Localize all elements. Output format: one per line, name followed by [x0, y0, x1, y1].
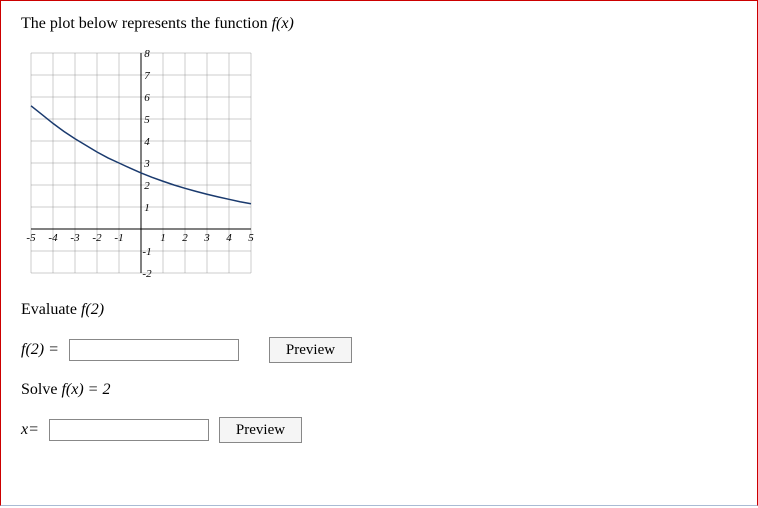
- q2-answer-row: x= Preview: [21, 417, 737, 443]
- q2-prompt: Solve f(x) = 2: [21, 381, 737, 399]
- intro-text: The plot below represents the function: [21, 15, 272, 32]
- svg-text:1: 1: [160, 232, 166, 244]
- q1-label: f(2) =: [21, 341, 59, 359]
- svg-text:5: 5: [248, 232, 254, 244]
- q2-prompt-fn: f(x) = 2: [61, 381, 110, 398]
- q1-prompt-fn: f(2): [81, 301, 104, 318]
- q1-answer-row: f(2) = Preview: [21, 337, 737, 363]
- svg-text:2: 2: [182, 232, 188, 244]
- problem-intro: The plot below represents the function f…: [21, 15, 737, 33]
- svg-text:5: 5: [144, 114, 150, 126]
- svg-text:-3: -3: [70, 232, 80, 244]
- svg-text:6: 6: [144, 92, 150, 104]
- svg-text:4: 4: [144, 136, 150, 148]
- function-chart: -5 -4 -3 -2 -1 1 2 3 4 5 -2 -1 1 2 3 4 5 6 7 8: [21, 43, 261, 283]
- svg-text:4: 4: [226, 232, 232, 244]
- svg-text:8: 8: [144, 48, 150, 60]
- q2-prompt-pre: Solve: [21, 381, 61, 398]
- svg-text:-2: -2: [92, 232, 102, 244]
- svg-text:3: 3: [203, 232, 210, 244]
- svg-text:-5: -5: [26, 232, 36, 244]
- svg-text:7: 7: [144, 70, 150, 82]
- svg-text:-1: -1: [142, 246, 151, 258]
- q2-answer-input[interactable]: [49, 419, 209, 441]
- svg-text:3: 3: [143, 158, 150, 170]
- svg-text:1: 1: [144, 202, 150, 214]
- problem-container: The plot below represents the function f…: [0, 0, 758, 506]
- svg-text:-4: -4: [48, 232, 58, 244]
- svg-text:-1: -1: [114, 232, 123, 244]
- q1-prompt-pre: Evaluate: [21, 301, 81, 318]
- q2-label: x=: [21, 421, 39, 439]
- chart-svg: -5 -4 -3 -2 -1 1 2 3 4 5 -2 -1 1 2 3 4 5 6 7 8: [21, 43, 261, 283]
- q1-prompt: Evaluate f(2): [21, 301, 737, 319]
- svg-text:-2: -2: [142, 268, 152, 280]
- intro-fn: f(x): [272, 15, 294, 32]
- q1-preview-button[interactable]: Preview: [269, 337, 352, 363]
- q2-preview-button[interactable]: Preview: [219, 417, 302, 443]
- q1-answer-input[interactable]: [69, 339, 239, 361]
- chart-ticks: -5 -4 -3 -2 -1 1 2 3 4 5 -2 -1 1 2 3 4 5 6 7 8: [26, 48, 254, 280]
- svg-text:2: 2: [144, 180, 150, 192]
